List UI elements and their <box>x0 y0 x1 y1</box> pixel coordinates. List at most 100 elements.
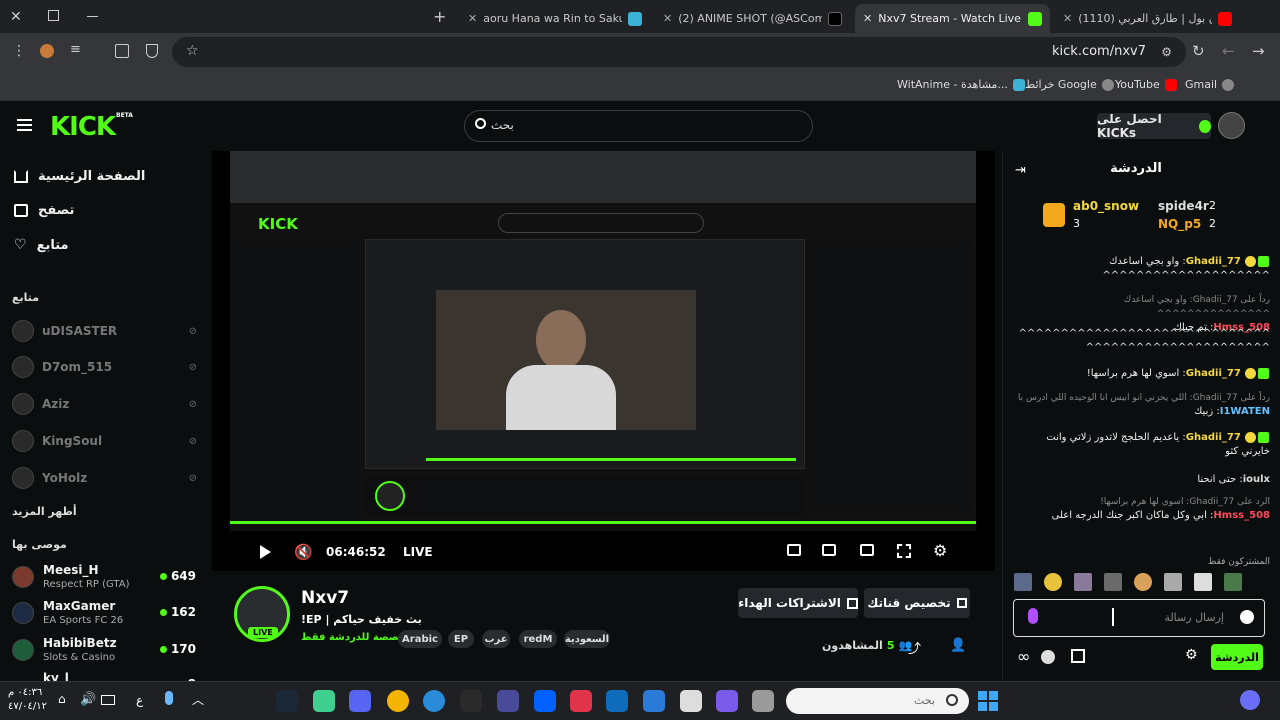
close-window-icon[interactable]: ✕ <box>10 9 22 25</box>
extension-icon[interactable] <box>40 44 54 58</box>
chat-send-button[interactable]: الدردشة <box>1211 644 1263 670</box>
tag[interactable]: السعودية <box>564 630 610 648</box>
emote-icon[interactable] <box>1224 573 1242 591</box>
tag[interactable]: عرب <box>482 630 510 648</box>
settings-gear-icon[interactable]: ⚙ <box>933 541 947 560</box>
app-icon[interactable] <box>497 690 519 712</box>
stream-category[interactable]: مخصصة للدردشة فقط <box>301 632 412 643</box>
puzzle-icon[interactable] <box>115 44 129 58</box>
emote-icon[interactable] <box>1044 573 1062 591</box>
new-tab-button[interactable]: + <box>433 7 446 26</box>
bookmark-youtube[interactable]: YouTube <box>1115 78 1177 91</box>
bookmark-star-icon[interactable]: ☆ <box>186 43 199 59</box>
tag[interactable]: redM <box>519 630 557 648</box>
file-explorer-icon[interactable] <box>752 690 774 712</box>
microphone-icon[interactable] <box>1028 608 1038 624</box>
microphone-tray-icon[interactable] <box>165 691 173 705</box>
chat-message-input[interactable]: إرسال رسالة <box>1013 599 1265 637</box>
show-more-link[interactable]: أظهر المزيد <box>12 505 77 518</box>
chat-settings-icon[interactable]: ⚙ <box>1185 647 1198 663</box>
channel-name[interactable]: Nxv7 <box>301 588 349 608</box>
emote-icon[interactable] <box>1194 573 1212 591</box>
recommended-item[interactable]: ky_l 8 <box>12 669 200 681</box>
shield-icon[interactable] <box>146 44 158 58</box>
minimize-window-icon[interactable] <box>87 16 98 17</box>
notifications-icon[interactable] <box>1240 690 1260 710</box>
emote-icon[interactable] <box>1074 573 1092 591</box>
close-tab-icon[interactable]: ✕ <box>468 12 477 25</box>
sidebar-item-home[interactable]: الصفحة الرئيسية <box>14 169 145 184</box>
follow-user-icon[interactable]: 👤 <box>950 638 966 653</box>
app-icon[interactable] <box>570 690 592 712</box>
chat-username[interactable]: Ghadii_77 <box>1186 256 1241 267</box>
reload-icon[interactable]: ↻ <box>1192 42 1205 60</box>
chat-username[interactable]: I1WATEN <box>1220 406 1270 417</box>
get-kicks-button[interactable]: احصل على KICKs <box>1097 112 1211 140</box>
url-field[interactable]: ☆ kick.com/nxv7 ⚙ <box>172 37 1186 67</box>
copilot-icon[interactable] <box>716 690 738 712</box>
taskbar-search[interactable]: بحث <box>786 688 969 714</box>
steam-icon[interactable] <box>276 690 298 712</box>
kick-logo[interactable]: KICK BETA <box>50 112 133 142</box>
recommended-item[interactable]: MaxGamer EA Sports FC 26 162 <box>12 597 200 633</box>
speaker-icon[interactable]: 🔊 <box>80 692 96 707</box>
close-tab-icon[interactable]: ✕ <box>863 12 872 25</box>
user-avatar[interactable] <box>1218 112 1245 139</box>
subscription-gifts-button[interactable]: الاشتراكات الهداء <box>738 588 858 618</box>
emote-icon[interactable] <box>1134 573 1152 591</box>
chat-username[interactable]: Hmss_508 <box>1213 510 1270 521</box>
restore-window-icon[interactable] <box>48 10 59 21</box>
discord-icon[interactable] <box>349 690 371 712</box>
following-item[interactable]: uDISASTER ⊘ <box>12 315 197 347</box>
emote-icon[interactable] <box>1164 573 1182 591</box>
following-item[interactable]: YoHolz ⊘ <box>12 462 197 494</box>
following-item[interactable]: KingSoul ⊘ <box>12 425 197 457</box>
store-icon[interactable] <box>1071 649 1085 663</box>
bookmark-gmail[interactable]: Gmail <box>1185 78 1235 91</box>
edge-icon[interactable] <box>423 690 445 712</box>
site-settings-icon[interactable]: ⚙ <box>1161 45 1172 59</box>
emote-icon[interactable] <box>1104 573 1122 591</box>
windows-start-icon[interactable] <box>978 691 998 711</box>
following-item[interactable]: Aziz ⊘ <box>12 388 197 420</box>
app-icon[interactable] <box>313 690 335 712</box>
sidebar-item-browse[interactable]: تصفح <box>14 203 74 218</box>
chat-username[interactable]: ioulx <box>1243 474 1270 485</box>
customize-channel-button[interactable]: تخصيص قناتك <box>864 588 970 618</box>
menu-dots-icon[interactable]: ⋮ <box>12 43 26 59</box>
close-tab-icon[interactable]: ✕ <box>1063 12 1072 25</box>
forward-icon[interactable]: ← <box>1222 42 1235 60</box>
bookmark-witanime[interactable]: WitAnime - مشاهدة... <box>897 78 1025 91</box>
input-language[interactable]: ع <box>136 693 143 707</box>
epic-games-icon[interactable] <box>460 690 482 712</box>
recommended-item[interactable]: Meesi_H Respect RP (GTA) 649 <box>12 561 200 597</box>
network-icon[interactable]: ⌂ <box>58 692 66 706</box>
calendar-icon[interactable] <box>680 690 702 712</box>
chrome-icon[interactable] <box>387 690 409 712</box>
playlist-icon[interactable]: ≡ <box>70 42 81 57</box>
tab-kick-active[interactable]: ✕ Nxv7 Stream - Watch Live on Kick <box>855 4 1050 33</box>
tab-youtube[interactable]: ✕ (1110) دراغون بول | طارق العربي <box>1055 4 1240 33</box>
mute-icon[interactable]: 🔇 <box>294 543 313 561</box>
dropbox-icon[interactable] <box>534 690 556 712</box>
close-tab-icon[interactable]: ✕ <box>663 12 672 25</box>
hamburger-menu-icon[interactable] <box>17 119 32 131</box>
outlook-icon[interactable] <box>606 690 628 712</box>
clip-icon[interactable] <box>822 544 836 556</box>
emote-icon[interactable] <box>1014 573 1032 591</box>
search-input[interactable]: بحث <box>464 110 813 142</box>
taskbar-clock[interactable]: ٠٤:٣٦ م ٤٧/٠٤/١٢ <box>8 686 47 714</box>
tag[interactable]: EP <box>448 630 474 648</box>
bookmark-maps[interactable]: خرائط Google <box>1025 78 1114 91</box>
video-player[interactable]: KICK 🔇 06:46:52 LIVE ⚙ <box>212 151 995 571</box>
tab-x[interactable]: ✕ (2) ANIME SHOT (@ASCom0) / X <box>655 4 850 33</box>
tray-overflow-icon[interactable]: ︿ <box>192 691 204 708</box>
chat-username[interactable]: Ghadii_77 <box>1186 432 1241 443</box>
following-item[interactable]: D7om_515 ⊘ <box>12 351 197 383</box>
pip-icon[interactable] <box>787 544 801 556</box>
theater-mode-icon[interactable] <box>860 544 874 556</box>
kicks-icon[interactable] <box>1041 650 1055 664</box>
store-app-icon[interactable] <box>643 690 665 712</box>
fullscreen-icon[interactable] <box>897 544 911 558</box>
tag[interactable]: Arabic <box>398 630 442 648</box>
